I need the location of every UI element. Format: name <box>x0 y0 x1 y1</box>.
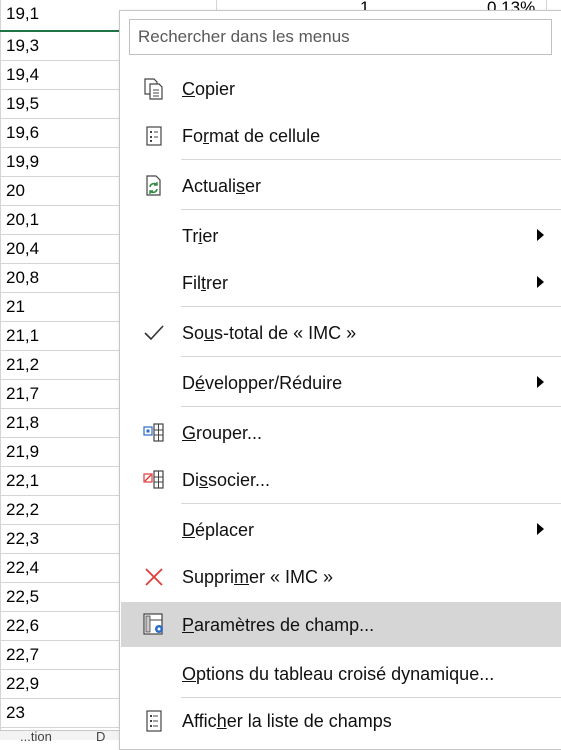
menu-item-label: Déplacer <box>182 520 255 540</box>
cell-value[interactable]: 22,4 <box>6 558 39 578</box>
cell-value[interactable]: 21,7 <box>6 384 39 404</box>
cell-value[interactable]: 19,4 <box>6 65 39 85</box>
menu-item-label: Actualiser <box>182 176 262 196</box>
cell-value[interactable]: 21,9 <box>6 442 39 462</box>
menu-item-label: Paramètres de champ... <box>182 615 375 635</box>
menu-item-expand-collapse[interactable]: Développer/Réduire <box>121 363 561 403</box>
menu-separator <box>181 159 561 160</box>
cell-value[interactable]: 21 <box>6 297 25 317</box>
cell-value[interactable]: 22,3 <box>6 529 39 549</box>
cell-value[interactable]: 20,1 <box>6 210 39 230</box>
menu-separator <box>181 406 561 407</box>
cell-value[interactable]: 20 <box>6 181 25 201</box>
menu-item-label: Options du tableau croisé dynamique... <box>182 664 495 684</box>
menu-search-input[interactable] <box>129 19 552 55</box>
delete-x-icon <box>142 565 166 589</box>
cell-value[interactable]: 22,2 <box>6 500 39 520</box>
cell-value[interactable]: 21,1 <box>6 326 39 346</box>
menu-item-pivot-options[interactable]: Options du tableau croisé dynamique... <box>121 654 561 694</box>
cell-value[interactable]: 19,3 <box>6 36 39 56</box>
menu-item-format-cells[interactable]: Format de cellule <box>121 116 561 156</box>
ungroup-icon <box>142 468 166 492</box>
submenu-arrow-icon <box>537 276 544 288</box>
cell-value[interactable]: 19,6 <box>6 123 39 143</box>
menu-item-label: Trier <box>182 226 219 246</box>
menu-separator <box>181 503 561 504</box>
menu-item-filter[interactable]: Filtrer <box>121 263 561 303</box>
menu-separator <box>181 306 561 307</box>
cell-value[interactable]: 22,5 <box>6 587 39 607</box>
menu-item-label: Grouper... <box>182 423 263 443</box>
menu-separator <box>181 697 561 698</box>
sheet-tab[interactable]: ...tion <box>20 729 52 744</box>
context-menu: Copier Format de cellule <box>119 10 561 750</box>
cell-value[interactable]: 20,4 <box>6 239 39 259</box>
menu-item-label: Supprimer « IMC » <box>182 567 334 587</box>
submenu-arrow-icon <box>537 376 544 388</box>
cell-value[interactable]: 21,2 <box>6 355 39 375</box>
menu-item-sort[interactable]: Trier <box>121 216 561 256</box>
menu-item-label: Copier <box>182 79 236 99</box>
menu-item-field-settings[interactable]: Paramètres de champ... <box>121 602 561 647</box>
cell-value[interactable]: 19,5 <box>6 94 39 114</box>
menu-item-move[interactable]: Déplacer <box>121 510 561 550</box>
cell-value[interactable]: 19,1 <box>6 4 39 24</box>
menu-item-label: Format de cellule <box>182 126 321 146</box>
menu-item-label: Afficher la liste de champs <box>182 711 392 731</box>
menu-item-refresh[interactable]: Actualiser <box>121 166 561 206</box>
cell-value[interactable]: 22,1 <box>6 471 39 491</box>
submenu-arrow-icon <box>537 229 544 241</box>
menu-item-copy[interactable]: Copier <box>121 69 561 109</box>
menu-item-remove[interactable]: Supprimer « IMC » <box>121 557 561 597</box>
sheet-tab[interactable]: D <box>96 729 105 744</box>
cell-value[interactable]: 19,9 <box>6 152 39 172</box>
field-list-icon <box>142 709 166 733</box>
menu-item-subtotal[interactable]: Sous-total de « IMC » <box>121 313 561 353</box>
menu-item-label: Sous-total de « IMC » <box>182 323 357 343</box>
cell-value[interactable]: 21,8 <box>6 413 39 433</box>
menu-separator <box>181 209 561 210</box>
copy-icon <box>142 77 166 101</box>
cell-value[interactable]: 20,8 <box>6 268 39 288</box>
refresh-icon <box>142 174 166 198</box>
checkmark-icon <box>142 321 166 345</box>
field-settings-icon <box>142 612 166 636</box>
cell-value[interactable]: 22,7 <box>6 645 39 665</box>
menu-item-label: Développer/Réduire <box>182 373 343 393</box>
menu-item-show-field-list[interactable]: Afficher la liste de champs <box>121 701 561 741</box>
menu-item-label: Dissocier... <box>182 470 271 490</box>
cell-value[interactable]: 22,6 <box>6 616 39 636</box>
cell-value[interactable]: 22,9 <box>6 674 39 694</box>
format-cells-icon <box>142 124 166 148</box>
cell-value[interactable]: 23 <box>6 703 25 723</box>
group-icon <box>142 421 166 445</box>
menu-separator <box>181 356 561 357</box>
menu-item-label: Filtrer <box>182 273 229 293</box>
submenu-arrow-icon <box>537 523 544 535</box>
menu-item-group[interactable]: Grouper... <box>121 413 561 453</box>
menu-item-ungroup[interactable]: Dissocier... <box>121 460 561 500</box>
